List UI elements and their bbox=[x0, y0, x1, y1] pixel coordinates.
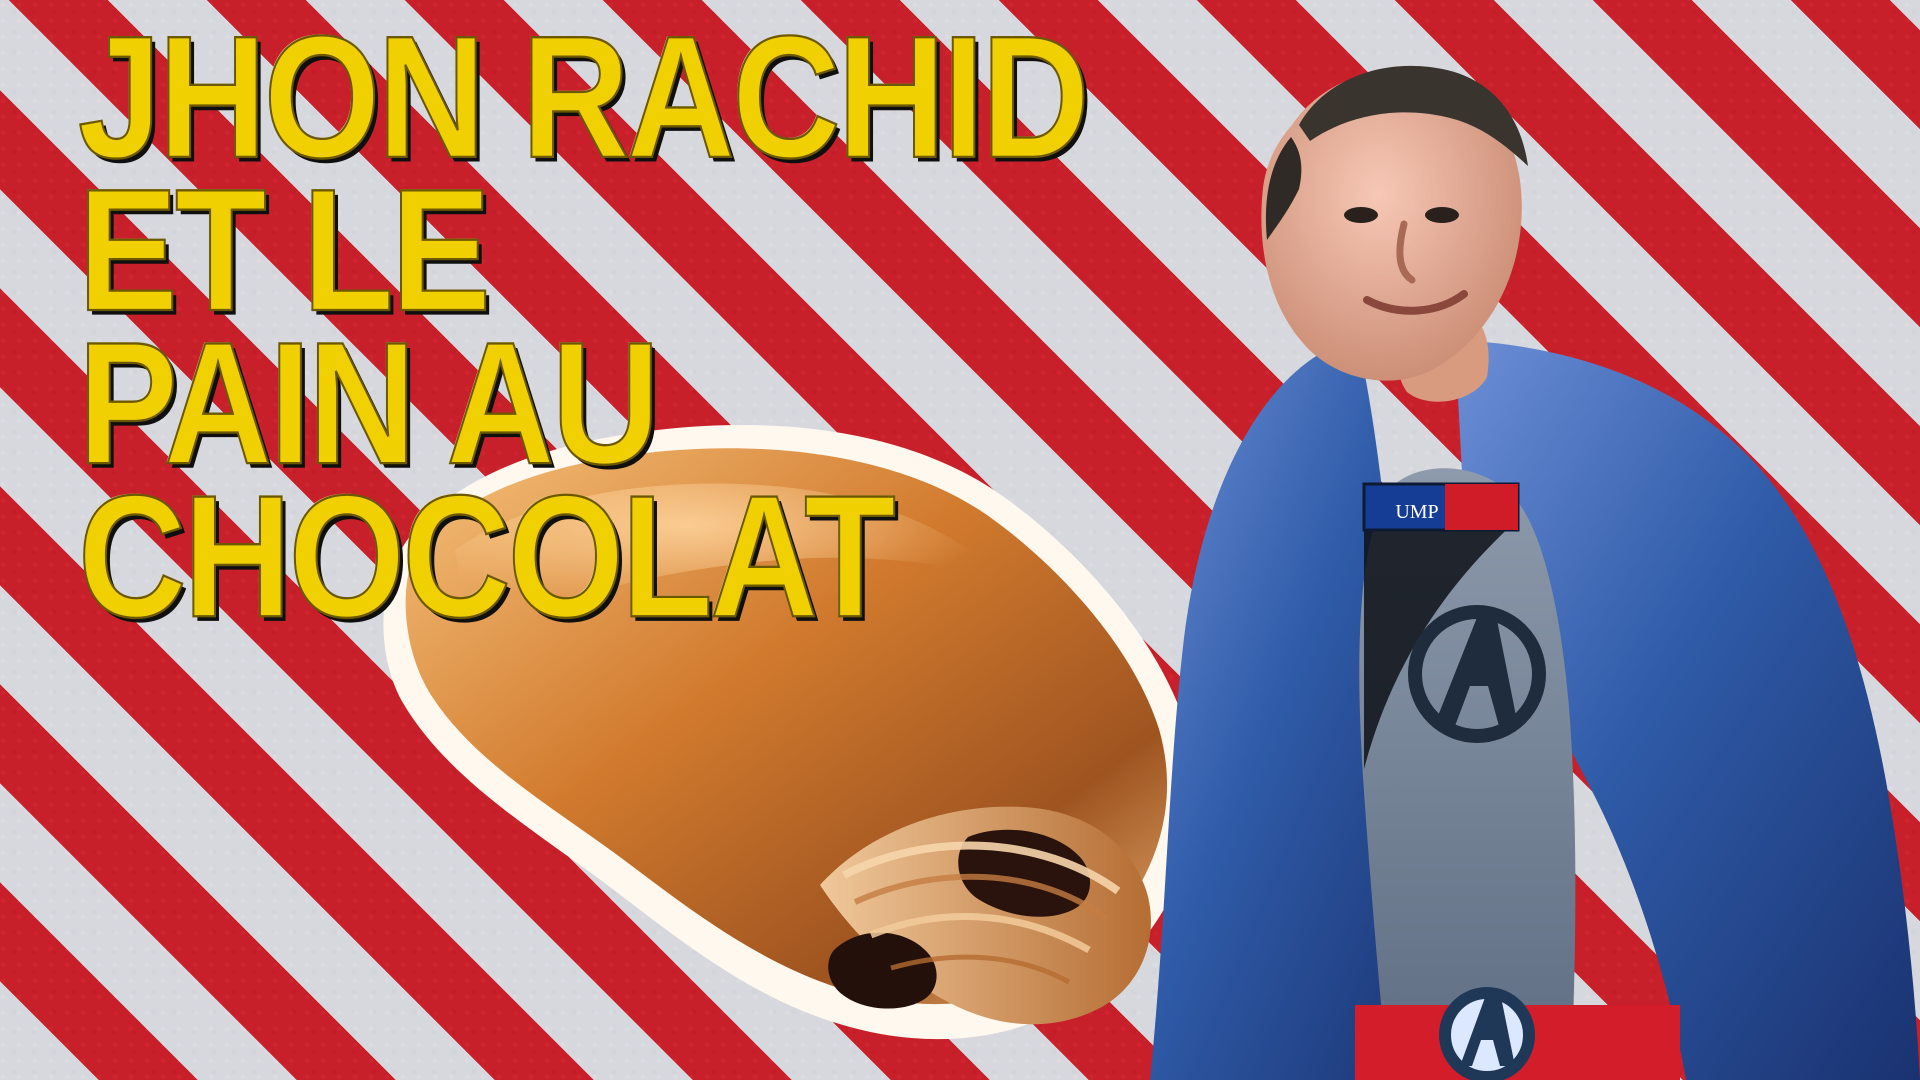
headline-line-2: PAIN AU CHOCOLAT bbox=[77, 305, 897, 654]
left-eye bbox=[1344, 207, 1378, 223]
headline-title: JHON RACHID ET LE PAIN AU CHOCOLAT bbox=[77, 0, 1308, 654]
headline-line-1: JHON RACHID ET LE bbox=[77, 0, 1091, 348]
right-eye bbox=[1425, 207, 1459, 223]
thumbnail-canvas: JHON RACHID ET LE PAIN AU CHOCOLAT UMP bbox=[0, 0, 1920, 1080]
ump-badge-red-panel bbox=[1445, 484, 1518, 530]
ump-badge-text: UMP bbox=[1395, 501, 1438, 523]
